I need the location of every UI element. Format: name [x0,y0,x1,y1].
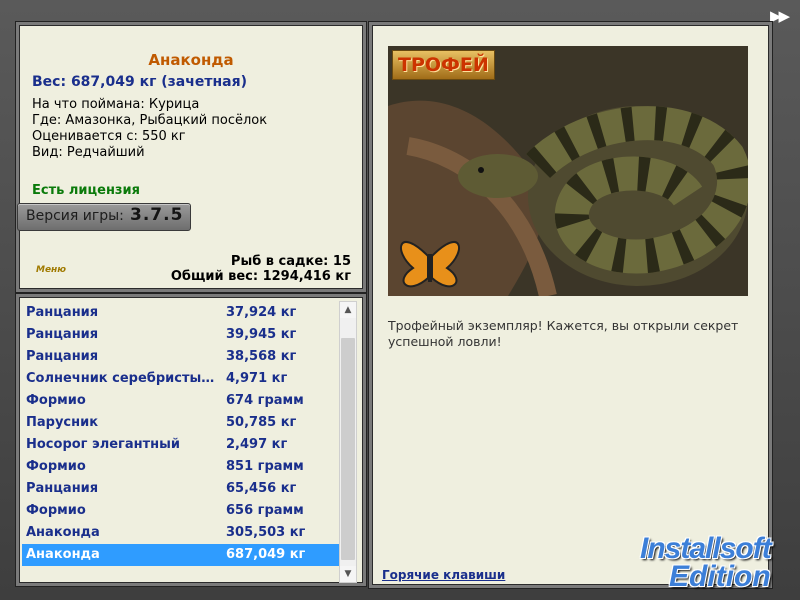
catch-name: Формио [26,503,86,518]
catch-row[interactable]: Парусник 50,785 кг [22,412,340,434]
value-info: Оценивается с: 550 кг [32,129,186,144]
catch-list-panel: Ранцания 37,924 кг Ранцания 39,945 кг Ранцан… [16,294,366,586]
catch-row[interactable]: Ранцания 39,945 кг [22,324,340,346]
location-info: Где: Амазонка, Рыбацкий посёлок [32,113,268,128]
catch-row[interactable]: Ранцания 37,924 кг [22,302,340,324]
bait-info: На что поймана: Курица [32,97,200,112]
catch-row[interactable]: Носорог элегантный 2,497 кг [22,434,340,456]
menu-button[interactable]: Меню [36,265,66,275]
version-number: 3.7.5 [130,205,184,225]
scroll-up-icon[interactable]: ▲ [340,302,356,318]
trophy-description: Трофейный экземпляр! Кажется, вы открыли… [388,318,739,349]
scroll-thumb[interactable] [341,338,355,560]
catch-weight: 37,924 кг [226,305,297,320]
trophy-panel: ТРОФЕЙ Трофейный экземпляр! Кажется, вы … [369,22,772,588]
catch-weight: 674 грамм [226,393,304,408]
catch-row[interactable]: Формио 656 грамм [22,500,340,522]
catch-name: Анаконда [26,525,100,540]
catch-row[interactable]: Анаконда 687,049 кг [22,544,340,566]
catch-list-scrollbar[interactable]: ▲ ▼ [339,301,357,583]
catch-name: Ранцания [26,305,99,320]
catch-name: Носорог элегантный [26,437,180,452]
trophy-badge: ТРОФЕЙ [392,50,495,80]
catch-weight: 39,945 кг [226,327,297,342]
version-label: Версия игры: [26,208,124,224]
catch-list[interactable]: Ранцания 37,924 кг Ранцания 39,945 кг Ранцан… [22,302,340,566]
catch-name: Солнечник серебристы… [26,371,215,386]
brand-logo: Installsoft Edition [640,532,772,594]
net-fish-count: Рыб в садке: 15 [230,254,351,269]
catch-row[interactable]: Ранцания 65,456 кг [22,478,340,500]
catch-row[interactable]: Анаконда 305,503 кг [22,522,340,544]
catch-weight: 305,503 кг [226,525,306,540]
catch-row[interactable]: Формио 851 грамм [22,456,340,478]
catch-weight: 38,568 кг [226,349,297,364]
catch-weight: 50,785 кг [226,415,297,430]
catch-name: Формио [26,459,86,474]
catch-name: Формио [26,393,86,408]
catch-weight: 65,456 кг [226,481,297,496]
scroll-down-icon[interactable]: ▼ [340,566,356,582]
catch-name: Ранцания [26,349,99,364]
catch-weight: 656 грамм [226,503,304,518]
fish-info-panel: Анаконда Вес: 687,049 кг (зачетная) На ч… [16,22,366,292]
anaconda-illustration [388,46,748,296]
hotkeys-link[interactable]: Горячие клавиши [382,568,505,582]
version-badge: Версия игры: 3.7.5 [17,203,191,231]
license-status: Есть лицензия [32,183,140,198]
catch-name: Парусник [26,415,99,430]
catch-weight: 2,497 кг [226,437,288,452]
catch-name: Анаконда [26,547,100,562]
fish-weight: Вес: 687,049 кг (зачетная) [32,74,247,90]
catch-name: Ранцания [26,481,99,496]
catch-weight: 851 грамм [226,459,304,474]
anaconda-trophy-image: ТРОФЕЙ [388,46,748,296]
next-arrow-icon[interactable]: ▶▶ [770,7,790,25]
catch-weight: 687,049 кг [226,547,306,562]
catch-name: Ранцания [26,327,99,342]
catch-row[interactable]: Ранцания 38,568 кг [22,346,340,368]
fish-name-title: Анаконда [148,51,234,69]
rarity-info: Вид: Редчайший [32,145,145,160]
catch-row[interactable]: Солнечник серебристы… 4,971 кг [22,368,340,390]
total-weight: Общий вес: 1294,416 кг [170,269,351,284]
catch-weight: 4,971 кг [226,371,288,386]
catch-row[interactable]: Формио 674 грамм [22,390,340,412]
